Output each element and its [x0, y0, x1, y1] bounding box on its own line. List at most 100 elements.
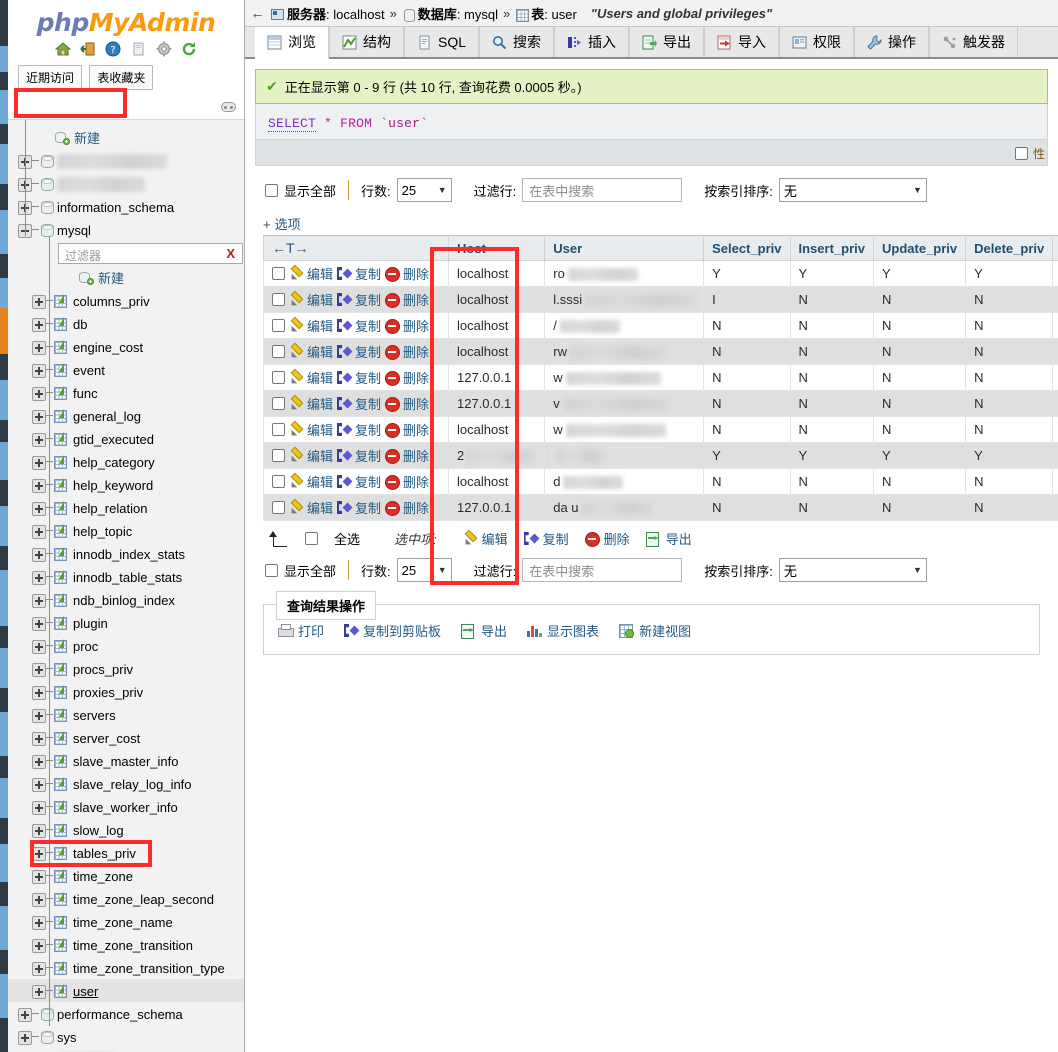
- expand-toggle-icon[interactable]: [32, 639, 46, 654]
- filter-rows-input-bottom[interactable]: 在表中搜索: [522, 558, 683, 582]
- table-row[interactable]: 编辑复制删除127.0.0.1da uNNNNN: [263, 494, 1058, 521]
- expand-toggle-icon[interactable]: [32, 662, 46, 677]
- copy-clipboard-label[interactable]: 复制到剪贴板: [363, 621, 441, 640]
- row-edit-link[interactable]: 编辑: [307, 420, 333, 439]
- cell-user[interactable]: /: [544, 312, 705, 339]
- expand-toggle-icon[interactable]: [32, 685, 46, 700]
- tree-db-mysql[interactable]: mysql: [8, 218, 244, 241]
- cell-host[interactable]: localhost: [447, 286, 546, 313]
- cell-insert-priv[interactable]: N: [789, 338, 874, 365]
- check-all-checkbox[interactable]: [305, 532, 318, 545]
- tab-structure[interactable]: 结构: [329, 27, 404, 57]
- cell-create-priv[interactable]: N: [1052, 468, 1058, 495]
- export-label[interactable]: 导出: [481, 621, 507, 640]
- sql-query-box[interactable]: SELECT * FROM `user`: [255, 104, 1048, 140]
- row-checkbox[interactable]: [272, 397, 285, 410]
- tab-triggers[interactable]: 触发器: [929, 27, 1019, 57]
- row-checkbox[interactable]: [272, 475, 285, 488]
- breadcrumb-database[interactable]: 数据库: mysql: [402, 4, 498, 23]
- tree-table-proxies_priv[interactable]: proxies_priv: [8, 680, 244, 703]
- clear-filter-icon[interactable]: X: [226, 246, 235, 261]
- cell-insert-priv[interactable]: N: [789, 494, 874, 521]
- expand-toggle-icon[interactable]: [32, 892, 46, 907]
- tree-table-help_relation[interactable]: help_relation: [8, 496, 244, 519]
- table-row[interactable]: 编辑复制删除localhostrwNNNNN: [263, 338, 1058, 365]
- table-row[interactable]: 编辑复制删除127.0.0.1wNNNNN: [263, 364, 1058, 391]
- row-copy-link[interactable]: 复制: [355, 342, 381, 361]
- tree-db-information_schema[interactable]: information_schema: [8, 195, 244, 218]
- cell-select-priv[interactable]: N: [703, 468, 791, 495]
- tree-table-time_zone_name[interactable]: time_zone_name: [8, 910, 244, 933]
- cell-select-priv[interactable]: N: [703, 364, 791, 391]
- bulk-edit-button[interactable]: 编辑: [463, 529, 508, 548]
- cell-user[interactable]: v: [544, 390, 705, 417]
- cell-user[interactable]: ro: [544, 260, 705, 287]
- cell-host[interactable]: 127.0.0.1: [447, 390, 546, 417]
- cell-select-priv[interactable]: N: [703, 390, 791, 417]
- tree-table-servers[interactable]: servers: [8, 703, 244, 726]
- tree-table-slow_log[interactable]: slow_log: [8, 818, 244, 841]
- tree-table-tables_priv[interactable]: tables_priv: [8, 841, 244, 864]
- expand-toggle-icon[interactable]: [32, 478, 46, 493]
- cell-update-priv[interactable]: Y: [872, 442, 967, 469]
- cell-select-priv[interactable]: N: [703, 494, 791, 521]
- tree-table-help_keyword[interactable]: help_keyword: [8, 473, 244, 496]
- row-copy-link[interactable]: 复制: [355, 446, 381, 465]
- cell-insert-priv[interactable]: Y: [789, 442, 874, 469]
- expand-toggle-icon[interactable]: [18, 1030, 32, 1045]
- table-row[interactable]: 编辑复制删除localhost/NNNNN: [263, 312, 1058, 339]
- table-row[interactable]: 编辑复制删除2YYYYY: [263, 442, 1058, 469]
- row-delete-link[interactable]: 删除: [403, 446, 429, 465]
- column-header-user[interactable]: User: [544, 235, 705, 261]
- tree-table-procs_priv[interactable]: procs_priv: [8, 657, 244, 680]
- cell-host[interactable]: localhost: [447, 416, 546, 443]
- tree-table-ndb_binlog_index[interactable]: ndb_binlog_index: [8, 588, 244, 611]
- rows-select[interactable]: 25 ▼: [396, 178, 452, 202]
- row-checkbox[interactable]: [272, 449, 285, 462]
- tree-create-database[interactable]: 新建: [8, 126, 244, 149]
- expand-toggle-icon[interactable]: [32, 294, 46, 309]
- cell-delete-priv[interactable]: N: [965, 312, 1054, 339]
- show-all-group-bottom[interactable]: 显示全部: [265, 561, 336, 580]
- sort-by-index-select[interactable]: 无 ▼: [778, 178, 927, 202]
- row-delete-link[interactable]: 删除: [403, 368, 429, 387]
- tree-table-gtid_executed[interactable]: gtid_executed: [8, 427, 244, 450]
- bulk-copy-button[interactable]: 复制: [524, 529, 569, 548]
- show-all-checkbox-bottom[interactable]: [265, 563, 278, 577]
- cell-delete-priv[interactable]: N: [965, 364, 1054, 391]
- sidebar-tab-favorites[interactable]: 表收藏夹: [89, 65, 154, 91]
- tree-table-slave_master_info[interactable]: slave_master_info: [8, 749, 244, 772]
- cell-update-priv[interactable]: N: [872, 338, 967, 365]
- cell-host[interactable]: localhost: [447, 312, 546, 339]
- tree-table-columns_priv[interactable]: columns_priv: [8, 289, 244, 312]
- row-delete-link[interactable]: 删除: [403, 316, 429, 335]
- tree-db-sys[interactable]: sys: [8, 1025, 244, 1048]
- results-nav-header[interactable]: ←T→: [263, 235, 449, 261]
- row-checkbox[interactable]: [272, 371, 285, 384]
- settings-gear-icon[interactable]: [156, 41, 172, 57]
- cell-insert-priv[interactable]: N: [789, 286, 874, 313]
- display-chart-label[interactable]: 显示图表: [547, 621, 599, 640]
- cell-host[interactable]: localhost: [447, 260, 546, 287]
- create-view-label[interactable]: 新建视图: [639, 621, 691, 640]
- tree-table-time_zone_transition_type[interactable]: time_zone_transition_type: [8, 956, 244, 979]
- row-delete-link[interactable]: 删除: [403, 264, 429, 283]
- tree-table-help_topic[interactable]: help_topic: [8, 519, 244, 542]
- expand-toggle-icon[interactable]: [32, 616, 46, 631]
- expand-toggle-icon[interactable]: [32, 754, 46, 769]
- sort-by-index-select-bottom[interactable]: 无 ▼: [778, 558, 927, 582]
- cell-host[interactable]: localhost: [447, 468, 546, 495]
- row-edit-link[interactable]: 编辑: [307, 394, 333, 413]
- home-icon[interactable]: [54, 41, 71, 57]
- expand-toggle-icon[interactable]: [32, 915, 46, 930]
- cell-update-priv[interactable]: N: [872, 312, 967, 339]
- tree-db-redacted-3[interactable]: [8, 1048, 244, 1052]
- bulk-export-button[interactable]: 导出: [645, 529, 692, 548]
- expand-toggle-icon[interactable]: [32, 340, 46, 355]
- pin-icon[interactable]: [221, 102, 236, 113]
- tree-table-general_log[interactable]: general_log: [8, 404, 244, 427]
- expand-toggle-icon[interactable]: [32, 731, 46, 746]
- tree-table-plugin[interactable]: plugin: [8, 611, 244, 634]
- tab-import[interactable]: 导入: [704, 27, 780, 57]
- row-copy-link[interactable]: 复制: [355, 368, 381, 387]
